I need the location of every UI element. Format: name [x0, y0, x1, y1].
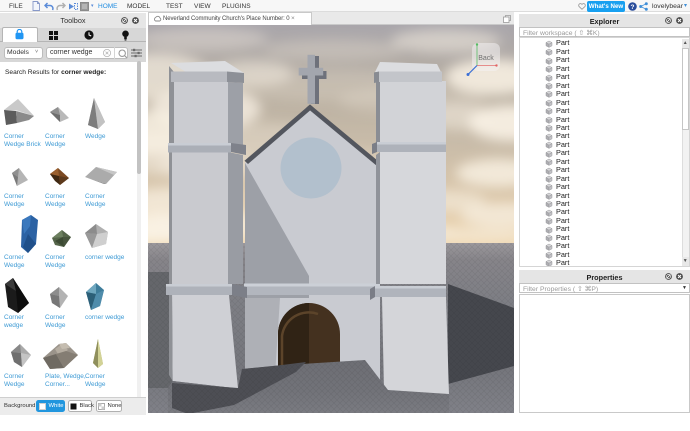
svg-text:Back: Back: [478, 55, 494, 62]
svg-text:?: ?: [631, 3, 635, 10]
